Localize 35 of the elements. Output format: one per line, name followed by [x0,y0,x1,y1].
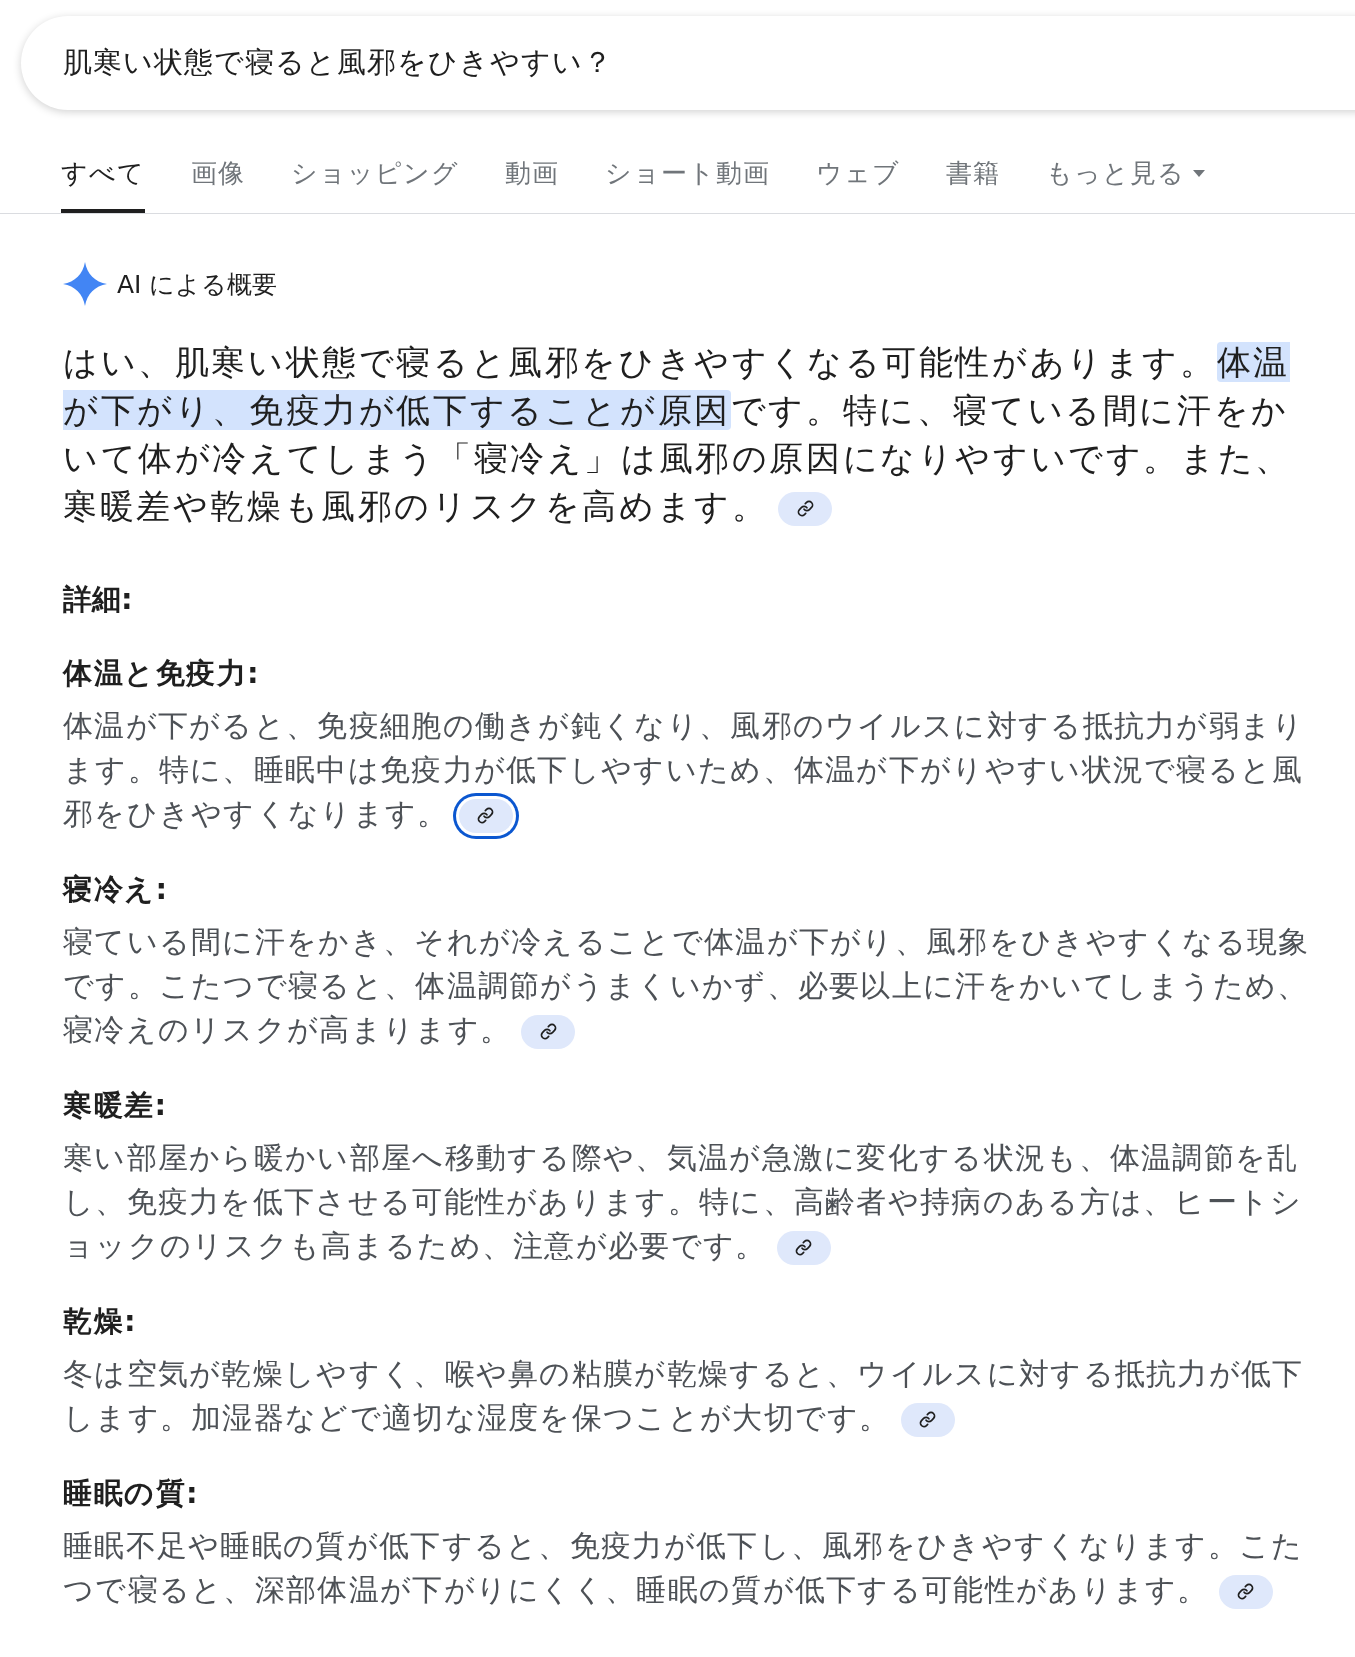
search-field[interactable]: 肌寒い状態で寝ると風邪をひきやすい？ [21,16,1355,110]
tab[interactable]: 画像 [191,156,245,213]
tab[interactable]: すべて [61,156,145,213]
section-text: 睡眠不足や睡眠の質が低下すると、免疫力が低下し、風邪をひきやすくなります。こたつで寝ると、深部体温が下がりにくく、睡眠の質が低下する可能性があります。 [63,1527,1305,1611]
section-heading: 寒暖差: [63,1087,169,1124]
tab[interactable]: ウェブ [816,156,900,213]
section-heading: 体温と免疫力: [63,655,262,692]
tab[interactable]: ショッピング [291,156,459,213]
source-link-button[interactable] [521,1014,576,1049]
link-icon [477,807,495,824]
section-text: 冬は空気が乾燥しやすく、喉や鼻の粘膜が乾燥すると、ウイルスに対する抵抗力が低下します。加湿器などで適切な湿度を保つことが大切です。 [63,1355,1305,1439]
caret-icon [1193,170,1205,177]
section-text: 体温が下がると、免疫細胞の働きが鈍くなり、風邪のウイルスに対する抵抗力が弱まります。特に、睡眠中は免疫力が低下しやすいため、体温が下がりやすい状況で寝ると風邪をひきやすくなります。 [63,704,1325,836]
tab[interactable]: ショート動画 [605,156,770,213]
section-title: AI による概要 [117,268,278,301]
summary-paragraph: はい、肌寒い状態で寝ると風邪をひきやすくなる可能性があります。体温が下がり、免疫力が低下することが原因 です。特に、寝ている間に汗をかいて体が冷えてしまう「寝冷え」は風邪の原因になりやすいです。また、寒暖差や乾燥も風邪のリスクを高めます。 [63,341,1293,528]
source-link-button[interactable] [1218,1574,1273,1609]
link-icon [796,500,814,517]
section-heading: 寝冷え: [63,871,170,908]
link-icon [795,1239,813,1256]
section-text: 寝ている間に汗をかき、それが冷えることで体温が下がり、風邪をひきやすくなる現象です。こたつで寝ると、体温調節がうまくいかず、必要以上に汗をかいてしまうため、寝冷えのリスクが高まります。 [63,923,1311,1051]
section-text: 寒い部屋から暖かい部屋へ移動する際や、気温が急激に変化する状況も、体温調節を乱し、免疫力を低下させる可能性があります。特に、高齢者や持病のある方は、ヒートショックのリスクも高まるため、注意が必要です。 [63,1139,1304,1267]
source-link-button[interactable] [778,491,833,526]
tab[interactable]: もっと見る [1046,156,1205,213]
section-heading: 睡眠の質: [63,1475,201,1512]
tab[interactable]: 書籍 [946,156,1000,213]
source-link-button[interactable] [900,1402,955,1437]
link-icon [1237,1583,1255,1600]
details-heading: 詳細: [63,581,134,618]
link-icon [539,1023,557,1040]
source-link-button[interactable] [776,1230,831,1265]
link-icon [919,1411,937,1428]
section-heading: 乾燥: [63,1303,139,1340]
sparkle-icon [63,262,107,306]
tab[interactable]: 動画 [505,156,559,213]
